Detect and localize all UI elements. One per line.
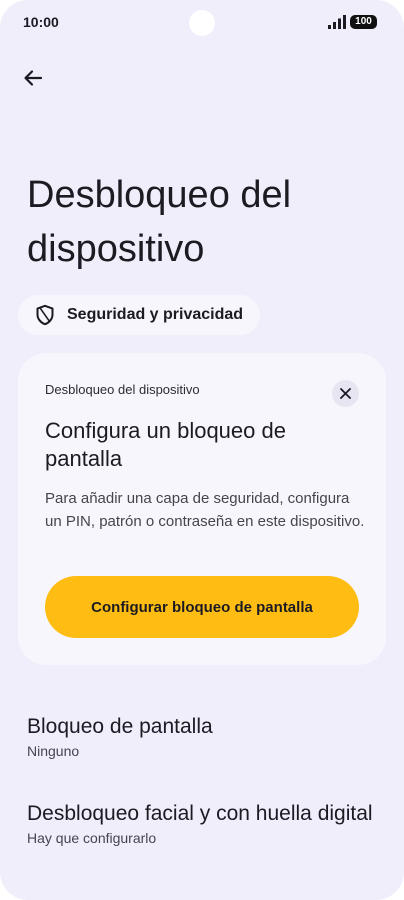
signal-icon (328, 15, 346, 29)
setting-subtitle: Ninguno (27, 743, 80, 759)
setting-subtitle: Hay que configurarlo (27, 830, 157, 846)
set-screen-lock-button[interactable]: Configurar bloqueo de pantalla (45, 576, 359, 638)
setting-face-fingerprint-unlock[interactable]: Desbloqueo facial y con huella digital H… (27, 800, 377, 846)
back-button[interactable] (16, 61, 50, 95)
close-icon (340, 388, 351, 399)
status-time: 10:00 (23, 14, 59, 30)
breadcrumb-chip[interactable]: Seguridad y privacidad (18, 295, 260, 335)
breadcrumb-label: Seguridad y privacidad (67, 306, 244, 323)
card-title: Configura un bloqueo de pantalla (45, 418, 286, 471)
battery-icon: 100 (350, 15, 377, 29)
setting-title: Desbloqueo facial y con huella digital (27, 802, 373, 825)
setup-card: Desbloqueo del dispositivo Configura un … (18, 353, 386, 665)
screen: 10:00 100 Desbloqueo del dispositivo Seg… (0, 0, 404, 900)
page-title: Desbloqueo del dispositivo (27, 174, 292, 270)
shield-icon (34, 304, 56, 326)
setting-title: Bloqueo de pantalla (27, 715, 213, 738)
dismiss-card-button[interactable] (332, 380, 359, 407)
arrow-left-icon (24, 70, 43, 86)
card-description: Para añadir una capa de seguridad, confi… (45, 490, 365, 530)
camera-cutout (189, 10, 215, 36)
status-bar: 10:00 100 (0, 0, 404, 44)
setting-screen-lock[interactable]: Bloqueo de pantalla Ninguno (27, 713, 377, 759)
battery-level: 100 (355, 16, 372, 27)
card-overline: Desbloqueo del dispositivo (45, 382, 200, 397)
